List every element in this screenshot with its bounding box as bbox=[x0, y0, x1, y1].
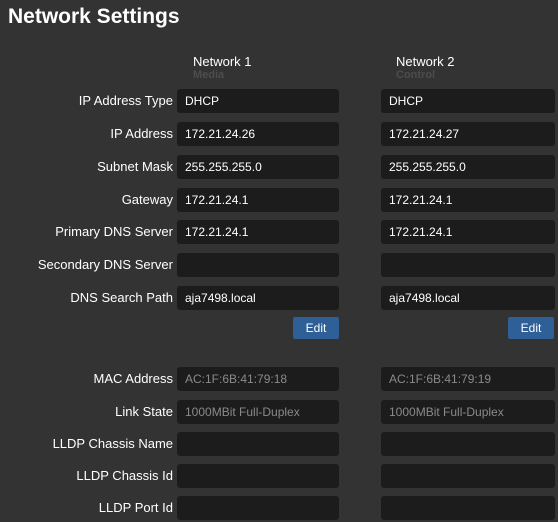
network-2-lldp-chassis-name-value bbox=[381, 432, 555, 456]
dns-search-path-label: DNS Search Path bbox=[70, 290, 173, 305]
gateway-label: Gateway bbox=[121, 192, 173, 207]
network-1-dns-search-path-field[interactable]: aja7498.local bbox=[177, 286, 339, 310]
network-1-ip-address-field[interactable]: 172.21.24.26 bbox=[177, 122, 339, 146]
mac-address-label: MAC Address bbox=[93, 371, 173, 386]
network-1-link-state-value: 1000MBit Full-Duplex bbox=[177, 400, 339, 424]
page-title: Network Settings bbox=[8, 5, 180, 28]
network-2-gateway-field[interactable]: 172.21.24.1 bbox=[381, 188, 555, 212]
network-2-subtitle: Control bbox=[396, 69, 436, 81]
primary-dns-server-label: Primary DNS Server bbox=[55, 224, 173, 239]
network-1-mac-address-value: AC:1F:6B:41:79:18 bbox=[177, 367, 339, 391]
secondary-dns-server-label: Secondary DNS Server bbox=[37, 257, 173, 272]
network-1-gateway-field[interactable]: 172.21.24.1 bbox=[177, 188, 339, 212]
network-1-title: Network 1 bbox=[193, 54, 252, 69]
network-1-subtitle: Media bbox=[193, 69, 225, 81]
network-2-secondary-dns-field[interactable] bbox=[381, 253, 555, 277]
link-state-label: Link State bbox=[115, 404, 173, 419]
network-2-lldp-chassis-id-value bbox=[381, 464, 555, 488]
network-2-edit-button[interactable]: Edit bbox=[508, 317, 554, 339]
network-1-ip-address-type-field[interactable]: DHCP bbox=[177, 89, 339, 113]
network-2-ip-address-type-field[interactable]: DHCP bbox=[381, 89, 555, 113]
network-2-title: Network 2 bbox=[396, 54, 455, 69]
network-1-subnet-mask-field[interactable]: 255.255.255.0 bbox=[177, 155, 339, 179]
network-2-primary-dns-field[interactable]: 172.21.24.1 bbox=[381, 220, 555, 244]
network-2-lldp-port-id-value bbox=[381, 496, 555, 520]
ip-address-type-label: IP Address Type bbox=[78, 93, 173, 108]
network-1-lldp-port-id-value bbox=[177, 496, 339, 520]
ip-address-label: IP Address bbox=[110, 126, 173, 141]
network-2-mac-address-value: AC:1F:6B:41:79:19 bbox=[381, 367, 555, 391]
network-2-link-state-value: 1000MBit Full-Duplex bbox=[381, 400, 555, 424]
network-1-header: Network 1 Media bbox=[193, 54, 252, 81]
network-2-header: Network 2 Control bbox=[396, 54, 455, 81]
lldp-chassis-id-label: LLDP Chassis Id bbox=[76, 468, 173, 483]
network-2-ip-address-field[interactable]: 172.21.24.27 bbox=[381, 122, 555, 146]
network-2-dns-search-path-field[interactable]: aja7498.local bbox=[381, 286, 555, 310]
network-1-lldp-chassis-name-value bbox=[177, 432, 339, 456]
network-1-secondary-dns-field[interactable] bbox=[177, 253, 339, 277]
lldp-port-id-label: LLDP Port Id bbox=[98, 500, 173, 515]
lldp-chassis-name-label: LLDP Chassis Name bbox=[52, 436, 173, 451]
network-2-subnet-mask-field[interactable]: 255.255.255.0 bbox=[381, 155, 555, 179]
network-1-edit-button[interactable]: Edit bbox=[293, 317, 339, 339]
network-1-primary-dns-field[interactable]: 172.21.24.1 bbox=[177, 220, 339, 244]
subnet-mask-label: Subnet Mask bbox=[97, 159, 173, 174]
network-1-lldp-chassis-id-value bbox=[177, 464, 339, 488]
